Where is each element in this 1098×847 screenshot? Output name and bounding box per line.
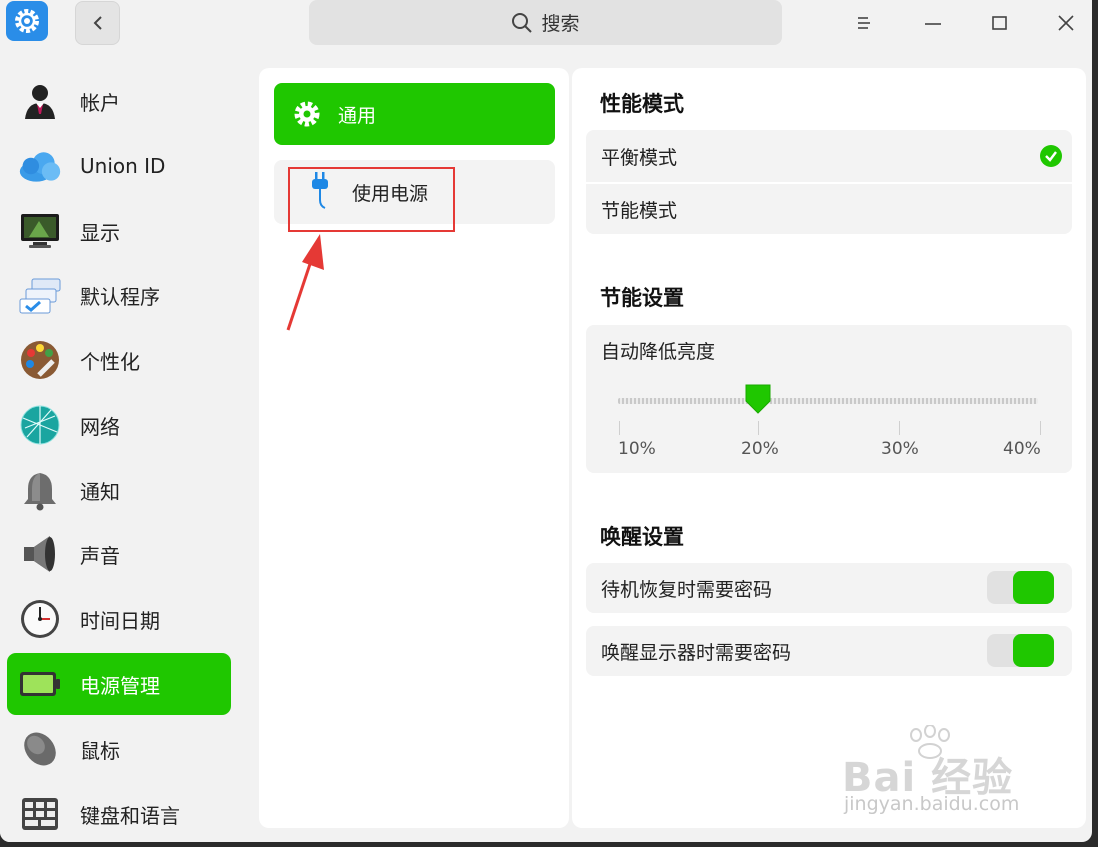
watermark-url: jingyan.baidu.com <box>844 793 1020 815</box>
sidebar-item-mouse[interactable]: 鼠标 <box>7 718 231 780</box>
toggle-row: 待机恢复时需要密码 <box>586 563 1072 613</box>
sidebar-item-power[interactable]: 电源管理 <box>7 653 231 715</box>
sidebar-item-notifications[interactable]: 通知 <box>7 459 231 521</box>
back-chevron-icon <box>93 16 102 30</box>
search-placeholder: 搜索 <box>541 13 580 35</box>
settings-window: 搜索 帐户 Union ID 显示 默认程序 个性化 网络 通知 声音 时间日期… <box>0 0 1092 842</box>
toggle-label: 待机恢复时需要密码 <box>601 578 773 601</box>
subsection-item-label: 通用 <box>338 104 377 127</box>
sidebar-item-label: 声音 <box>80 543 120 568</box>
performance-option-power-saving[interactable]: 节能模式 <box>586 184 1072 234</box>
slider-tick-label: 30% <box>881 439 919 459</box>
speaker-icon <box>18 532 62 576</box>
settings-gear-icon <box>6 1 48 41</box>
mouse-icon <box>18 727 62 771</box>
sidebar-item-label: 时间日期 <box>80 608 160 633</box>
clock-icon <box>18 597 62 641</box>
performance-mode-card: 平衡模式 节能模式 <box>586 130 1072 234</box>
close-button[interactable] <box>1051 8 1081 38</box>
toggle-label: 唤醒显示器时需要密码 <box>601 641 792 664</box>
sidebar-item-label: 通知 <box>80 479 120 504</box>
sidebar-item-network[interactable]: 网络 <box>7 394 231 456</box>
keyboard-icon <box>18 792 62 836</box>
title-bar: 搜索 <box>0 0 1092 56</box>
brightness-slider-track[interactable] <box>618 398 1038 404</box>
slider-tick <box>619 421 620 435</box>
performance-option-label: 平衡模式 <box>601 146 678 169</box>
sidebar-item-account[interactable]: 帐户 <box>7 70 231 132</box>
maximize-button[interactable] <box>985 8 1015 38</box>
sidebar-item-union-id[interactable]: Union ID <box>7 135 231 197</box>
performance-option-label: 节能模式 <box>601 199 678 222</box>
monitor-wake-password-card: 唤醒显示器时需要密码 <box>586 626 1072 676</box>
slider-tick-label: 10% <box>618 439 656 459</box>
wake-settings-title: 唤醒设置 <box>600 525 684 549</box>
minimize-button[interactable] <box>918 8 948 38</box>
watermark: Bai 经验 jingyan.baidu.com <box>840 725 1040 825</box>
performance-option-balanced[interactable]: 平衡模式 <box>586 130 1072 182</box>
sidebar-item-label: 网络 <box>80 414 120 439</box>
brightness-label: 自动降低亮度 <box>601 340 716 363</box>
sidebar-item-label: 键盘和语言 <box>80 803 180 828</box>
close-icon <box>1058 15 1074 31</box>
back-button[interactable] <box>75 1 120 45</box>
slider-tick <box>758 421 759 435</box>
annotation-highlight-box <box>288 167 455 232</box>
gear-icon <box>292 99 322 129</box>
brightness-card: 自动降低亮度 10% 20% 30% 40% <box>586 325 1072 473</box>
sidebar-item-label: 电源管理 <box>80 673 160 698</box>
cloud-icon <box>18 144 62 188</box>
sidebar-item-keyboard[interactable]: 键盘和语言 <box>7 783 231 842</box>
search-icon <box>512 12 533 33</box>
palette-icon <box>18 338 62 382</box>
sidebar-item-default-apps[interactable]: 默认程序 <box>7 264 231 326</box>
battery-icon <box>18 662 62 706</box>
sidebar-item-label: Union ID <box>80 154 166 178</box>
slider-tick <box>899 421 900 435</box>
sidebar-item-datetime[interactable]: 时间日期 <box>7 588 231 650</box>
brightness-label-row: 自动降低亮度 <box>586 335 1072 365</box>
toggle-row: 唤醒显示器时需要密码 <box>586 626 1072 676</box>
monitor-icon <box>18 209 62 253</box>
sidebar-item-label: 个性化 <box>80 349 140 374</box>
sidebar-item-label: 默认程序 <box>80 284 160 309</box>
monitor-wake-password-toggle[interactable] <box>987 634 1054 667</box>
performance-mode-title: 性能模式 <box>600 92 684 116</box>
slider-tick-label: 20% <box>741 439 779 459</box>
subsection-item-general[interactable]: 通用 <box>274 83 555 145</box>
wake-password-card: 待机恢复时需要密码 <box>586 563 1072 613</box>
menu-icon <box>858 17 870 29</box>
sidebar-item-label: 鼠标 <box>80 738 120 763</box>
sidebar-nav: 帐户 Union ID 显示 默认程序 个性化 网络 通知 声音 时间日期 电源… <box>0 56 246 842</box>
sidebar-item-personalization[interactable]: 个性化 <box>7 329 231 391</box>
slider-tick-label: 40% <box>1003 439 1041 459</box>
toggle-knob <box>1013 571 1054 604</box>
toggle-knob <box>1013 634 1054 667</box>
check-icon <box>1040 145 1062 167</box>
annotation-arrow-icon <box>286 234 324 331</box>
search-input[interactable]: 搜索 <box>309 0 782 45</box>
menu-button[interactable] <box>849 8 879 38</box>
sidebar-item-label: 显示 <box>80 220 120 245</box>
sidebar-item-display[interactable]: 显示 <box>7 200 231 262</box>
sidebar-item-label: 帐户 <box>80 90 120 115</box>
maximize-icon <box>992 16 1007 30</box>
settings-content-panel: 性能模式 平衡模式 节能模式 节能设置 自动降低亮度 10% 20% 30% 4… <box>572 68 1086 828</box>
power-saving-title: 节能设置 <box>600 286 684 310</box>
bell-icon <box>18 468 62 512</box>
default-apps-icon <box>18 273 62 317</box>
minimize-icon <box>925 23 941 25</box>
slider-tick <box>1040 421 1041 435</box>
account-avatar-icon <box>18 79 62 123</box>
brightness-slider-thumb[interactable] <box>744 383 772 415</box>
standby-password-toggle[interactable] <box>987 571 1054 604</box>
network-globe-icon <box>18 403 62 447</box>
sidebar-item-sound[interactable]: 声音 <box>7 523 231 585</box>
